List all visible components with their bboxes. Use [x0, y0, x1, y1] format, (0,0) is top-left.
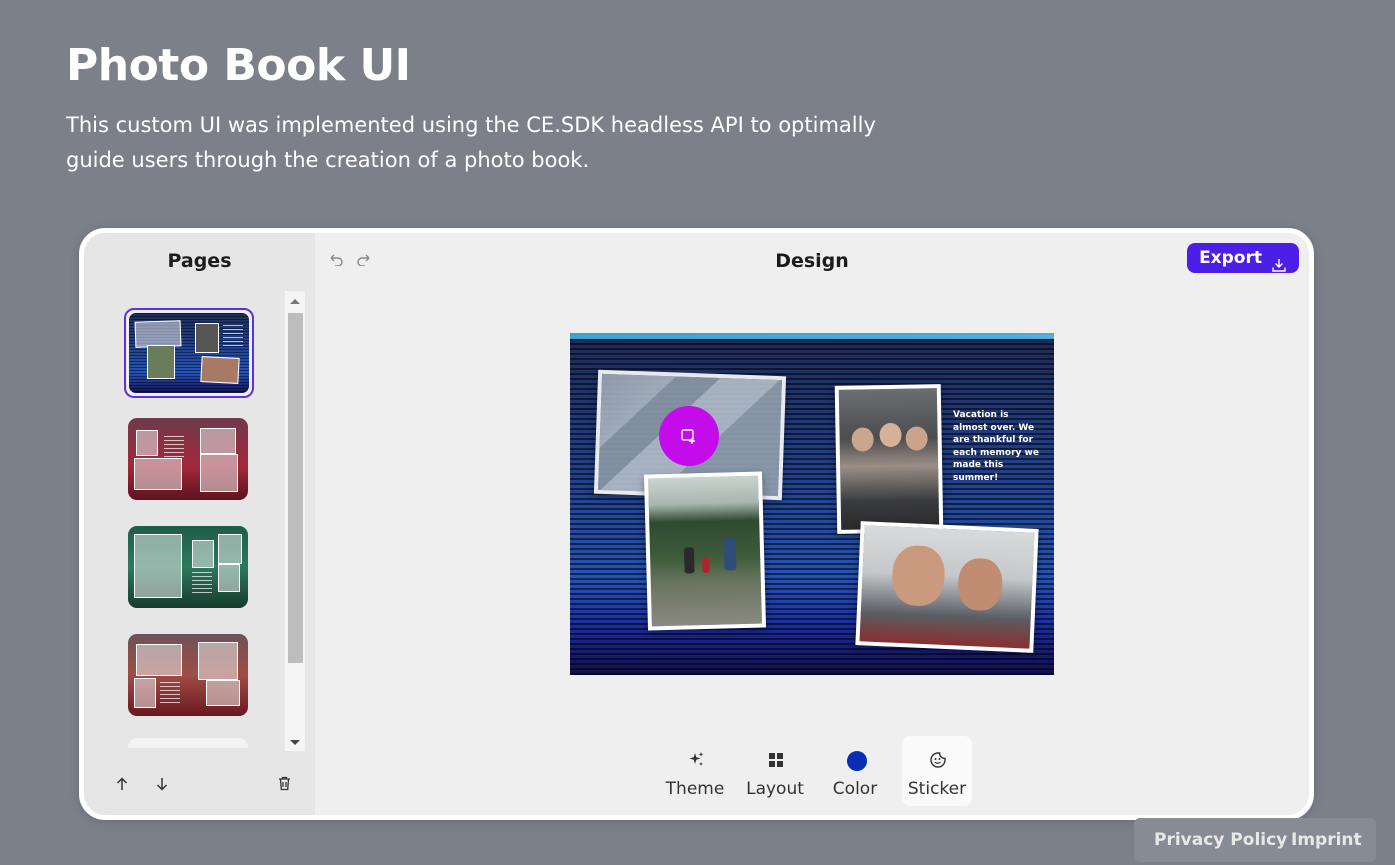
page-title: Photo Book UI [66, 40, 411, 91]
page-description: This custom UI was implemented using the… [66, 113, 876, 172]
add-image-icon [681, 429, 695, 444]
theme-button[interactable]: Theme [660, 736, 730, 806]
pages-panel: Pages [84, 233, 315, 815]
photo-book-app: Pages Design Export Vacation is almost o… [79, 228, 1314, 820]
imprint-link[interactable]: Imprint [1291, 830, 1362, 850]
color-button[interactable]: Color [820, 736, 890, 806]
canvas-caption[interactable]: Vacation is almost over. We are thankful… [953, 409, 1043, 484]
pages-toolbar [84, 760, 315, 815]
grid-icon [767, 751, 785, 769]
download-icon [1272, 252, 1286, 272]
theme-label: Theme [665, 779, 725, 799]
privacy-policy-link[interactable]: Privacy Policy [1154, 830, 1287, 850]
color-dot-icon [847, 751, 867, 771]
photo-book-canvas[interactable]: Vacation is almost over. We are thankful… [570, 333, 1054, 675]
design-area: Design Export Vacation is almost over. W… [315, 233, 1309, 815]
page-thumbnail-1[interactable] [124, 308, 254, 398]
export-button[interactable]: Export [1187, 243, 1299, 273]
page-thumbnail-3[interactable] [128, 526, 248, 608]
boys-photo[interactable] [855, 521, 1039, 653]
design-title: Design [775, 250, 849, 272]
scrollbar-thumb[interactable] [288, 313, 303, 663]
arrow-down-icon[interactable] [150, 774, 174, 798]
sticker-icon [929, 751, 947, 769]
page-thumbnail-5[interactable] [128, 738, 248, 748]
sparkle-icon [687, 751, 705, 769]
hiking-photo[interactable] [643, 471, 767, 631]
canvas-top-glow [570, 333, 1054, 339]
layout-button[interactable]: Layout [740, 736, 810, 806]
pages-title: Pages [167, 250, 232, 272]
export-label: Export [1199, 248, 1262, 268]
kids-photo[interactable] [834, 384, 944, 534]
trash-icon[interactable] [272, 774, 296, 798]
pages-list [124, 308, 259, 748]
page-thumbnail-4[interactable] [128, 634, 248, 716]
page-thumbnail-2[interactable] [128, 418, 248, 500]
footer-links: Privacy Policy Imprint [1134, 818, 1376, 862]
scroll-up-arrow-icon[interactable] [290, 299, 300, 304]
sticker-label: Sticker [907, 779, 967, 799]
sticker-button[interactable]: Sticker [902, 736, 972, 806]
arrow-up-icon[interactable] [110, 774, 134, 798]
pages-scrollbar[interactable] [285, 291, 305, 751]
scroll-down-arrow-icon[interactable] [290, 740, 300, 745]
color-label: Color [832, 779, 878, 799]
add-image-button[interactable] [659, 406, 719, 466]
layout-label: Layout [746, 779, 804, 799]
